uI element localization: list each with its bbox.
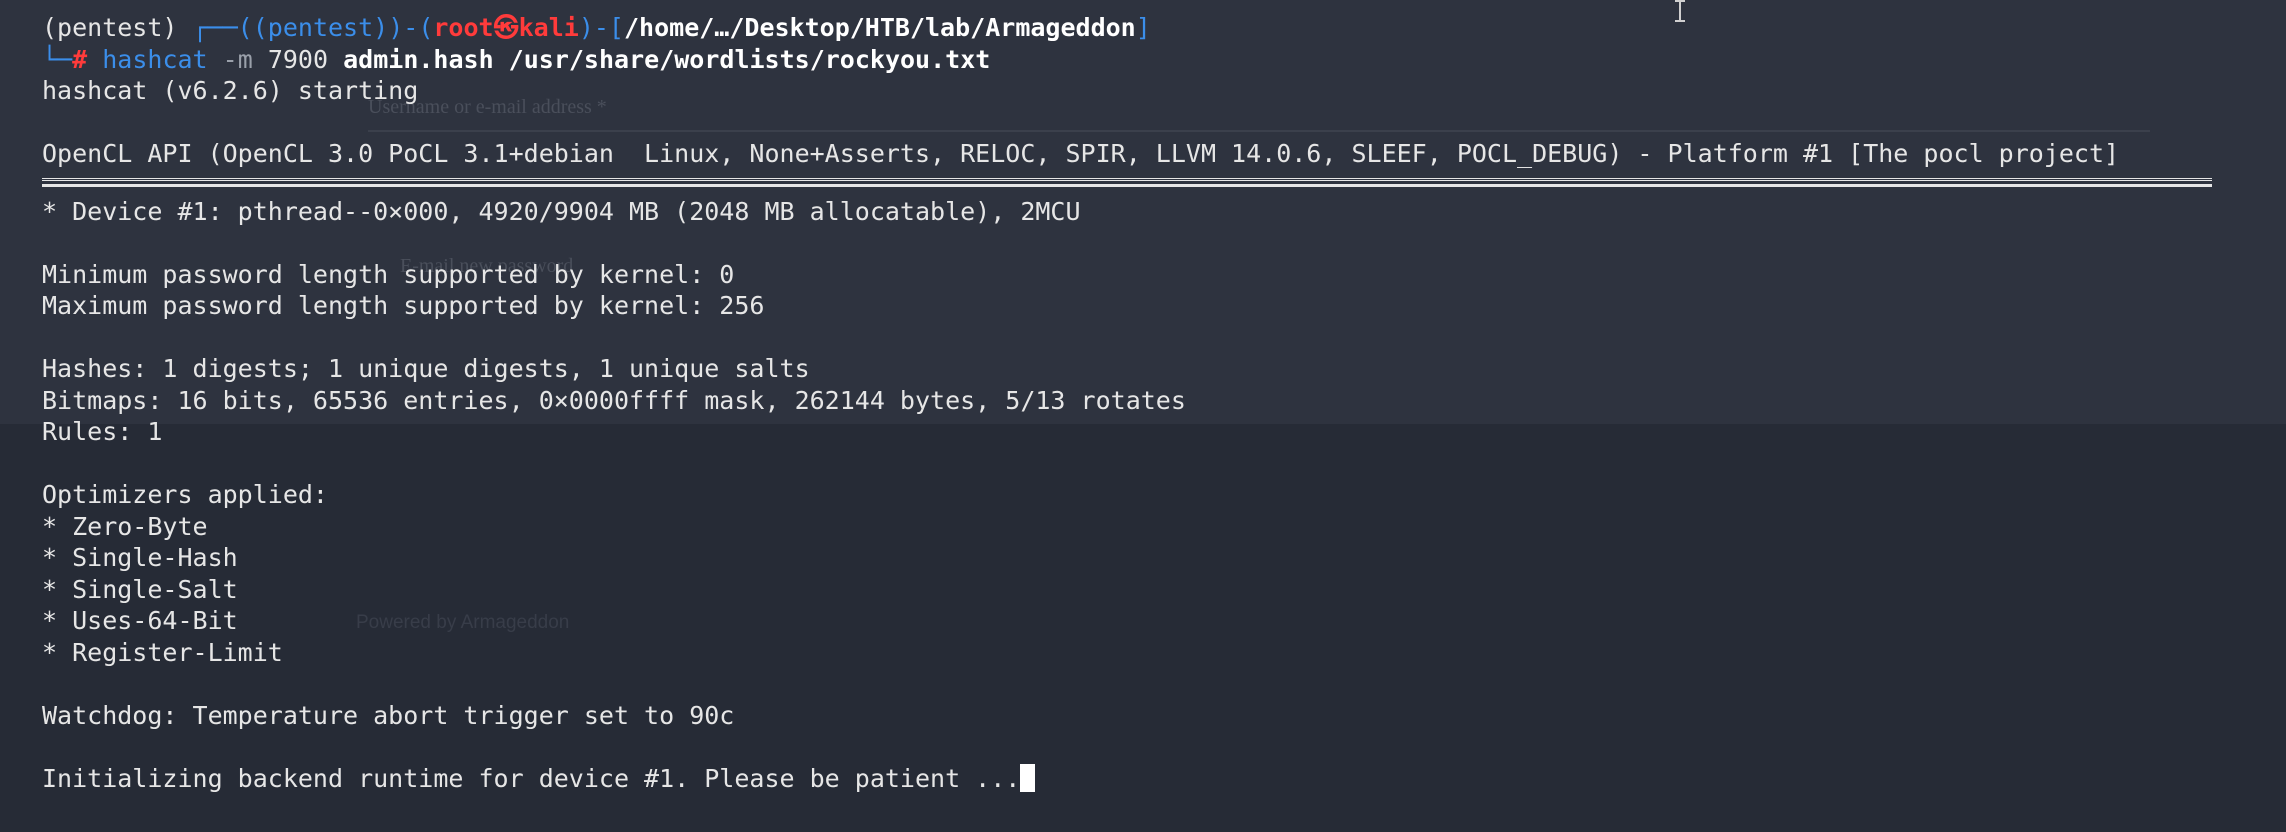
output-optimizers-header: Optimizers applied: [42,480,328,509]
output-min-pw: Minimum password length supported by ker… [42,259,735,289]
output-rules: Rules: 1 [42,417,163,446]
prompt-user: root [433,13,494,42]
output-initializing: Initializing backend runtime for device … [42,763,1021,793]
prompt-host: kali [518,13,579,42]
command-flag: -m [222,44,253,74]
command-mode: 7900 [267,44,329,74]
output-max-pw: Maximum password length supported by ker… [42,291,765,320]
terminal-output: (pentest) ┌──((pentest))-(root㉿kali)-[/h… [42,12,2272,794]
command-name: hashcat [102,44,208,74]
output-starting: hashcat (v6.2.6) starting [42,76,419,105]
prompt-line-2: └─# hashcat -m 7900 admin.hash /usr/shar… [42,44,991,74]
output-hashes: Hashes: 1 digests; 1 unique digests, 1 u… [42,354,810,383]
terminal-cursor [1020,763,1036,792]
venv-label: (pentest) [42,13,178,42]
output-device: * Device #1: pthread--0×000, 4920/9904 M… [42,196,1081,226]
prompt-line-1: (pentest) ┌──((pentest))-(root㉿kali)-[/h… [42,13,1151,42]
prompt-path: /home/…/Desktop/HTB/lab/Armageddon [623,13,1136,42]
optimizer-item: * Single-Salt [42,574,238,604]
output-initializing-line: Initializing backend runtime for device … [42,763,2272,795]
terminal-window[interactable]: Username or e-mail address * E-mail new … [0,0,2286,832]
prompt-hash-sign: # [72,44,88,74]
optimizer-item: * Register-Limit [42,637,283,667]
optimizer-item: * Uses-64-Bit [42,606,238,635]
venv-inner: (pentest) [252,13,389,42]
output-bitmaps: Bitmaps: 16 bits, 65536 entries, 0×0000f… [42,385,1186,415]
output-watchdog: Watchdog: Temperature abort trigger set … [42,700,735,730]
output-opencl: OpenCL API (OpenCL 3.0 PoCL 3.1+debian L… [42,139,2120,168]
optimizer-item: * Zero-Byte [42,511,208,541]
optimizer-item: * Single-Hash [42,543,238,572]
prompt-at-symbol: ㉿ [493,13,519,42]
separator-rule [42,177,2212,187]
command-args: admin.hash /usr/share/wordlists/rockyou.… [343,44,991,74]
